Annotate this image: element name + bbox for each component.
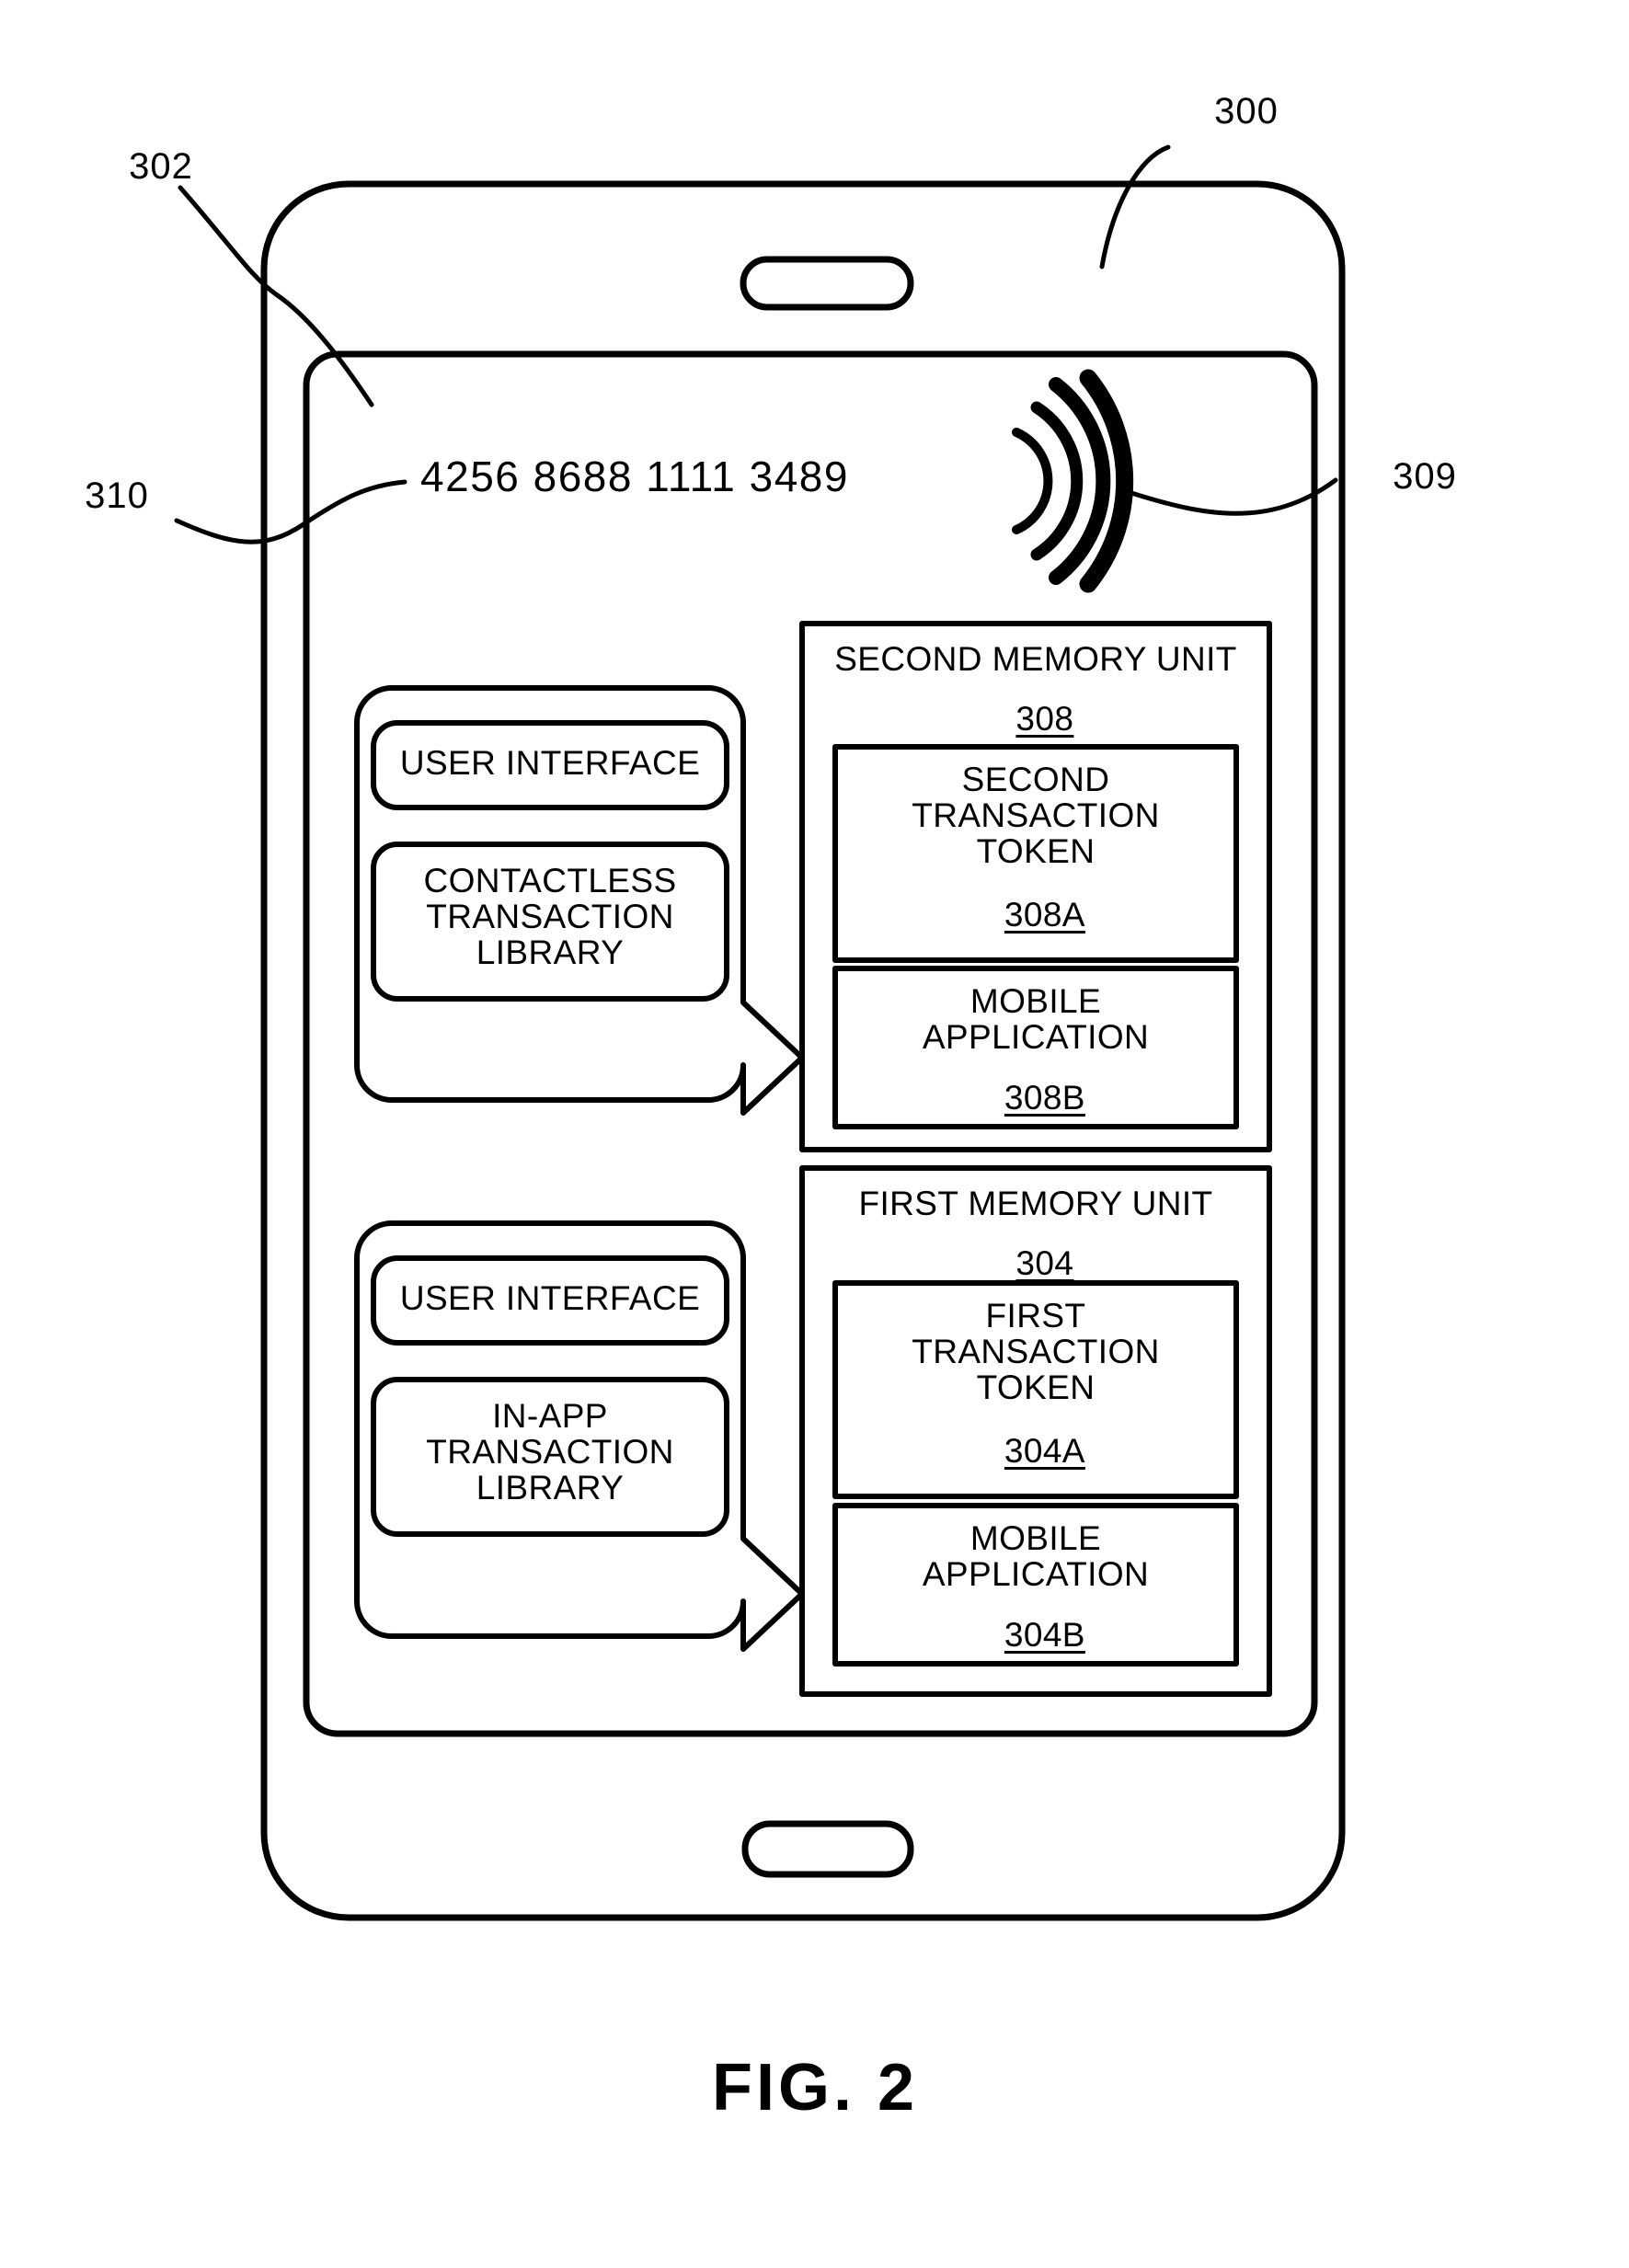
patent-figure: 300 302 310 309 4256 8688 1111 3489 SECO… bbox=[0, 0, 1629, 2268]
reference-numeral-300: 300 bbox=[1214, 91, 1279, 132]
first-mobile-application-ref-wrap: 304B bbox=[835, 1601, 1236, 1668]
home-button-icon bbox=[741, 1820, 914, 1878]
reference-numeral-310: 310 bbox=[85, 475, 149, 516]
card-number-text: 4256 8688 1111 3489 bbox=[420, 452, 849, 500]
inapp-user-interface-label: USER INTERFACE bbox=[399, 1279, 701, 1317]
second-mobile-application-ref: 308B bbox=[1004, 1078, 1085, 1117]
second-mobile-application-label: MOBILE APPLICATION bbox=[922, 982, 1150, 1057]
second-memory-unit-ref-wrap: 308 bbox=[802, 685, 1269, 752]
reference-numeral-309: 309 bbox=[1393, 456, 1457, 497]
second-memory-unit-ref: 308 bbox=[1015, 699, 1074, 738]
first-memory-unit-ref: 304 bbox=[1015, 1243, 1074, 1282]
second-mobile-application-ref-wrap: 308B bbox=[835, 1064, 1236, 1131]
lead-line-300 bbox=[1099, 144, 1171, 269]
first-transaction-token-ref-wrap: 304A bbox=[835, 1417, 1236, 1484]
lead-line-310 bbox=[174, 479, 407, 544]
figure-caption: FIG. 2 bbox=[711, 2051, 919, 2125]
contactless-transaction-library-label: CONTACTLESS TRANSACTION LIBRARY bbox=[423, 862, 677, 972]
second-transaction-token-label: SECOND TRANSACTION TOKEN bbox=[912, 761, 1160, 871]
nfc-wave-icon bbox=[1012, 369, 1134, 593]
second-transaction-token-ref-wrap: 308A bbox=[835, 881, 1236, 948]
first-transaction-token-ref: 304A bbox=[1004, 1431, 1085, 1470]
figure-line-art bbox=[174, 144, 1346, 1921]
first-memory-unit-title: FIRST MEMORY UNIT bbox=[858, 1185, 1213, 1222]
contactless-user-interface-label: USER INTERFACE bbox=[399, 744, 701, 782]
earpiece-speaker-icon bbox=[740, 256, 914, 311]
first-memory-unit-ref-wrap: 304 bbox=[802, 1230, 1269, 1297]
inapp-transaction-library-label: IN-APP TRANSACTION LIBRARY bbox=[426, 1397, 674, 1507]
second-transaction-token-ref: 308A bbox=[1004, 895, 1085, 934]
first-mobile-application-ref: 304B bbox=[1004, 1615, 1085, 1654]
reference-numeral-302: 302 bbox=[129, 146, 193, 187]
first-transaction-token-label: FIRST TRANSACTION TOKEN bbox=[912, 1297, 1160, 1407]
lead-line-309 bbox=[1129, 477, 1338, 516]
second-memory-unit-title: SECOND MEMORY UNIT bbox=[834, 640, 1237, 678]
first-mobile-application-label: MOBILE APPLICATION bbox=[922, 1519, 1150, 1594]
